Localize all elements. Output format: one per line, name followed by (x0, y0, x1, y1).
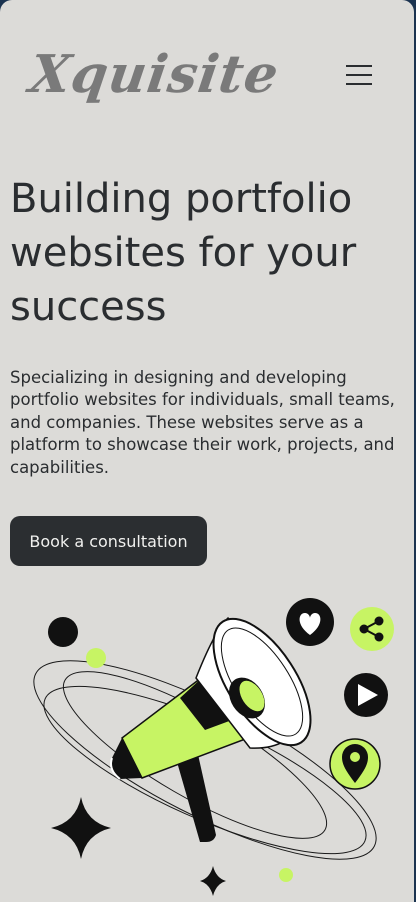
megaphone-illustration (33, 598, 394, 896)
hamburger-menu-icon-bar (346, 73, 372, 76)
location-badge (329, 738, 381, 790)
accent-dot-small (279, 868, 293, 882)
play-badge (344, 673, 388, 717)
black-dot (48, 617, 78, 647)
headline-line: success (10, 284, 167, 330)
sparkle-icon-small (200, 866, 226, 896)
hero-headline: Building portfolio websites for your suc… (10, 172, 410, 334)
hero-description: Specializing in designing and developing… (10, 368, 395, 477)
page: Xquisite Building portfolio websites for… (0, 0, 414, 902)
sparkle-icon (51, 797, 111, 859)
menu-button[interactable] (346, 64, 378, 92)
headline-line: websites for your (10, 230, 357, 276)
hamburger-menu-icon (346, 64, 372, 67)
share-badge (350, 607, 394, 651)
accent-dot (86, 648, 106, 668)
book-consultation-button[interactable]: Book a consultation (10, 516, 207, 566)
headline-line: Building portfolio (10, 176, 353, 222)
heart-badge (286, 598, 334, 646)
hamburger-menu-icon-bar (346, 82, 372, 85)
logo[interactable]: Xquisite (26, 44, 283, 106)
